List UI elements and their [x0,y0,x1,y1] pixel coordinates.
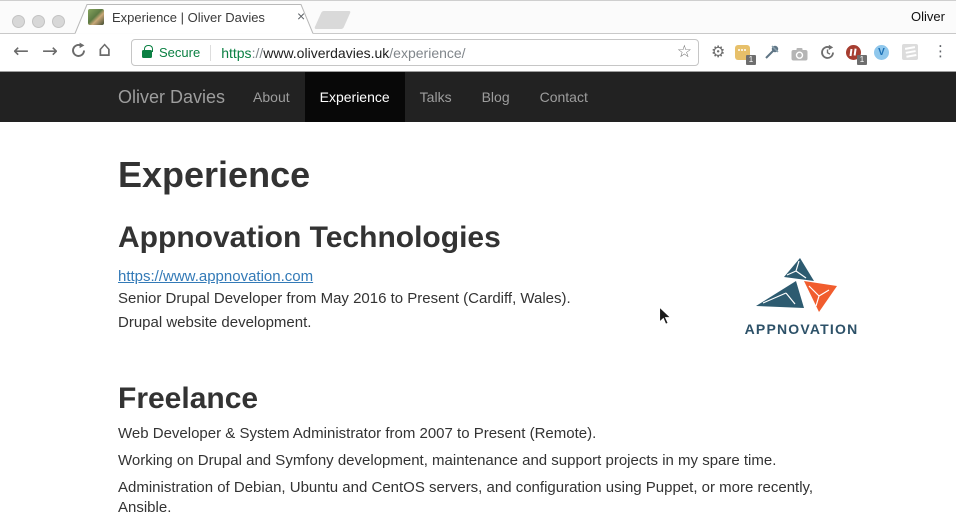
url-text: https://www.oliverdavies.uk/experience/ [221,45,465,61]
notes-extension-badge: 1 [746,55,756,65]
notes-extension-icon[interactable]: 1 [735,44,752,61]
appnovation-link[interactable]: https://www.appnovation.com [118,268,313,285]
tasks-extension-tile [902,44,918,60]
nav-item-talks[interactable]: Talks [405,72,467,122]
browser-menu-icon[interactable]: ⋮ [933,42,948,60]
nav-item-contact[interactable]: Contact [525,72,603,122]
content-container: Experience Appnovation Technologies http… [103,155,853,518]
browser-toolbar: ← → ⌂ Secure https://www.oliverdavies.uk… [0,34,956,72]
back-icon[interactable]: ← [13,37,29,65]
nav-link-contact[interactable]: Contact [525,72,603,122]
blocker-extension-icon[interactable]: 1 [846,44,863,61]
mouse-cursor [658,306,672,327]
navbar-container: Oliver Davies About Experience Talks Blo… [103,72,853,122]
omnibox-divider [210,45,211,61]
section-freelance: Freelance Web Developer & System Adminis… [118,382,838,518]
site-favicon [88,9,104,25]
freelance-description-1: Working on Drupal and Symfony developmen… [118,451,838,471]
section-appnovation: Appnovation Technologies https://www.app… [118,221,838,333]
eyedropper-extension-icon[interactable] [763,44,780,61]
secure-label[interactable]: Secure [159,45,200,60]
vimium-extension-icon[interactable]: V [874,44,891,61]
appnovation-logo: APPNOVATION [743,255,860,337]
url-scheme: https [221,45,251,61]
section-heading-appnovation: Appnovation Technologies [118,221,838,254]
url-path: /experience/ [389,45,465,61]
nav-link-experience[interactable]: Experience [305,72,405,122]
bookmark-star-icon[interactable]: ☆ [677,42,692,62]
section-heading-freelance: Freelance [118,382,838,415]
reload-icon[interactable] [70,42,87,59]
url-separator: :// [252,45,264,61]
page-content: Experience Appnovation Technologies http… [0,122,956,523]
nav-item-about[interactable]: About [238,72,305,122]
camera-extension-icon[interactable] [791,46,808,63]
appnovation-role-text: Senior Drupal Developer from May 2016 to… [118,289,838,309]
address-bar[interactable]: Secure https://www.oliverdavies.uk/exper… [131,39,699,66]
nav-link-about[interactable]: About [238,72,305,122]
site-navbar: Oliver Davies About Experience Talks Blo… [0,72,956,122]
home-icon[interactable]: ⌂ [98,35,111,63]
browser-window: Experience | Oliver Davies × Oliver ← → … [0,0,956,523]
appnovation-description: Drupal website development. [118,313,838,333]
tab-title: Experience | Oliver Davies [112,10,292,25]
url-host: www.oliverdavies.uk [263,45,389,61]
navbar-links: About Experience Talks Blog Contact [238,72,603,122]
history-sync-extension-icon[interactable] [819,44,836,61]
appnovation-logo-text: APPNOVATION [743,321,860,337]
tasks-extension-icon[interactable] [902,44,919,61]
blocker-extension-badge: 1 [857,55,867,65]
nav-item-experience[interactable]: Experience [305,72,405,122]
gear-icon[interactable]: ⚙ [711,43,728,60]
chrome-profile-name: Oliver [911,9,945,24]
freelance-role-text: Web Developer & System Administrator fro… [118,424,838,444]
navbar-brand[interactable]: Oliver Davies [118,72,225,122]
page-title: Experience [118,155,838,194]
nav-item-blog[interactable]: Blog [467,72,525,122]
tab-close-icon[interactable]: × [297,8,305,24]
nav-link-talks[interactable]: Talks [405,72,467,122]
freelance-description-2: Administration of Debian, Ubuntu and Cen… [118,478,838,518]
secure-lock-icon [142,50,152,58]
appnovation-logo-mark [743,255,860,313]
nav-link-blog[interactable]: Blog [467,72,525,122]
vimium-extension-tile: V [874,45,889,60]
forward-icon[interactable]: → [42,37,58,65]
tab-strip: Experience | Oliver Davies × Oliver [0,1,956,34]
